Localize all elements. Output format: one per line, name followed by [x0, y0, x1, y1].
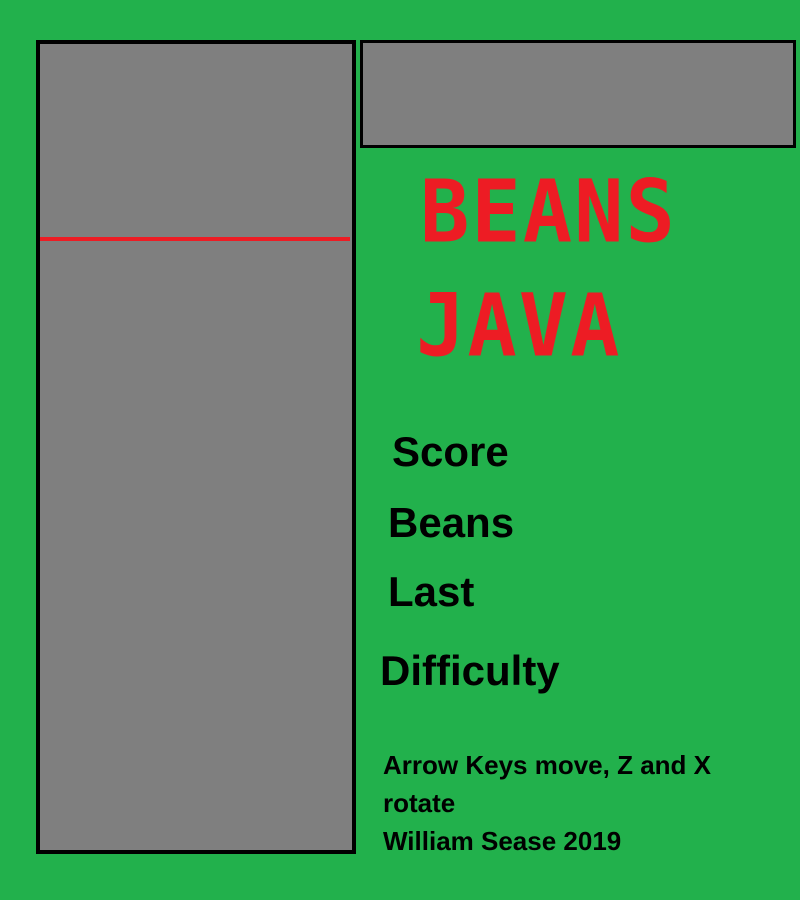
next-piece-preview	[360, 40, 796, 148]
last-label: Last	[388, 568, 475, 615]
danger-line	[40, 237, 350, 241]
difficulty-label: Difficulty	[380, 647, 560, 694]
instructions-panel: Arrow Keys move, Z and X rotate William …	[383, 746, 743, 860]
game-title-line-2: JAVA	[416, 276, 622, 377]
author-credit: William Sease 2019	[383, 826, 622, 856]
score-label: Score	[392, 428, 509, 475]
controls-instruction-line-1: Arrow Keys move, Z and X	[383, 750, 711, 780]
game-title-line-1: BEANS	[420, 162, 677, 263]
beans-label: Beans	[388, 499, 515, 546]
controls-instruction-line-2: rotate	[383, 788, 456, 818]
game-board[interactable]	[36, 40, 356, 854]
